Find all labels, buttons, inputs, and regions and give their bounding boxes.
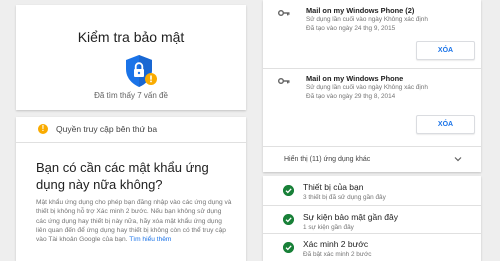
security-checkup-summary-card: Kiểm tra bảo mật Đã tìm thấy 7 vấn đề — [16, 5, 246, 110]
list-item: Mail on my Windows Phone Sử dụng lần cuố… — [263, 68, 481, 146]
chevron-down-icon[interactable] — [454, 156, 462, 162]
check-circle-icon — [283, 185, 294, 196]
issues-found-status: Đã tìm thấy 7 vấn đề — [94, 91, 168, 100]
show-more-apps-link[interactable]: Hiển thị (11) ứng dụng khác — [284, 156, 370, 163]
app-name: Mail on my Windows Phone — [306, 74, 404, 83]
security-checks-card: Thiết bị của bạn 3 thiết bị đã sử dụng g… — [263, 176, 481, 261]
app-name: Mail on my Windows Phone (2) — [306, 6, 415, 15]
learn-more-link[interactable]: Tìm hiểu thêm — [129, 236, 171, 243]
check-label: Thiết bị của bạn — [303, 182, 364, 192]
created-text: Đã tạo vào ngày 29 thg 8, 2014 — [306, 93, 396, 100]
list-item: Mail on my Windows Phone (2) Sử dụng lần… — [263, 0, 481, 76]
app-passwords-question: Bạn có cần các mật khẩu ứng dụng này nữa… — [36, 160, 209, 192]
check-label: Sự kiện bảo mật gần đây — [303, 212, 398, 222]
page-title: Kiểm tra bảo mật — [77, 29, 185, 45]
third-party-access-card: ! Quyền truy cập bên thứ ba Bạn có cần c… — [16, 117, 246, 261]
third-party-access-row[interactable]: ! Quyền truy cập bên thứ ba — [16, 117, 246, 143]
check-circle-icon — [283, 214, 294, 225]
check-label: Xác minh 2 bước — [303, 239, 369, 249]
check-sublabel: 3 thiết bị đã sử dụng gần đây — [303, 194, 386, 201]
last-used-text: Sử dụng lần cuối vào ngày Không xác định — [306, 16, 428, 23]
created-text: Đã tạo vào ngày 24 thg 9, 2015 — [306, 25, 396, 32]
key-icon — [278, 10, 290, 16]
list-item[interactable]: Xác minh 2 bước Đã bật xác minh 2 bước — [263, 233, 481, 261]
third-party-access-label: Quyền truy cập bên thứ ba — [56, 124, 158, 134]
warning-icon: ! — [38, 124, 48, 134]
last-used-text: Sử dụng lần cuối vào ngày Không xác định — [306, 84, 428, 91]
app-passwords-description: Mật khẩu ứng dụng cho phép bạn đăng nhập… — [36, 198, 232, 244]
divider — [263, 146, 481, 147]
check-sublabel: Đã bật xác minh 2 bước — [303, 251, 372, 258]
list-item[interactable]: Sự kiện bảo mật gần đây 1 sự kiện gần đâ… — [263, 205, 481, 233]
check-circle-icon — [283, 242, 294, 253]
check-sublabel: 1 sự kiện gần đây — [303, 224, 354, 231]
shield-lock-warning-icon — [126, 55, 157, 87]
delete-button[interactable]: XÓA — [416, 41, 475, 60]
app-passwords-list-card: Mail on my Windows Phone (2) Sử dụng lần… — [263, 0, 481, 172]
key-icon — [278, 78, 290, 84]
list-item[interactable]: Thiết bị của bạn 3 thiết bị đã sử dụng g… — [263, 176, 481, 205]
delete-button[interactable]: XÓA — [416, 115, 475, 134]
